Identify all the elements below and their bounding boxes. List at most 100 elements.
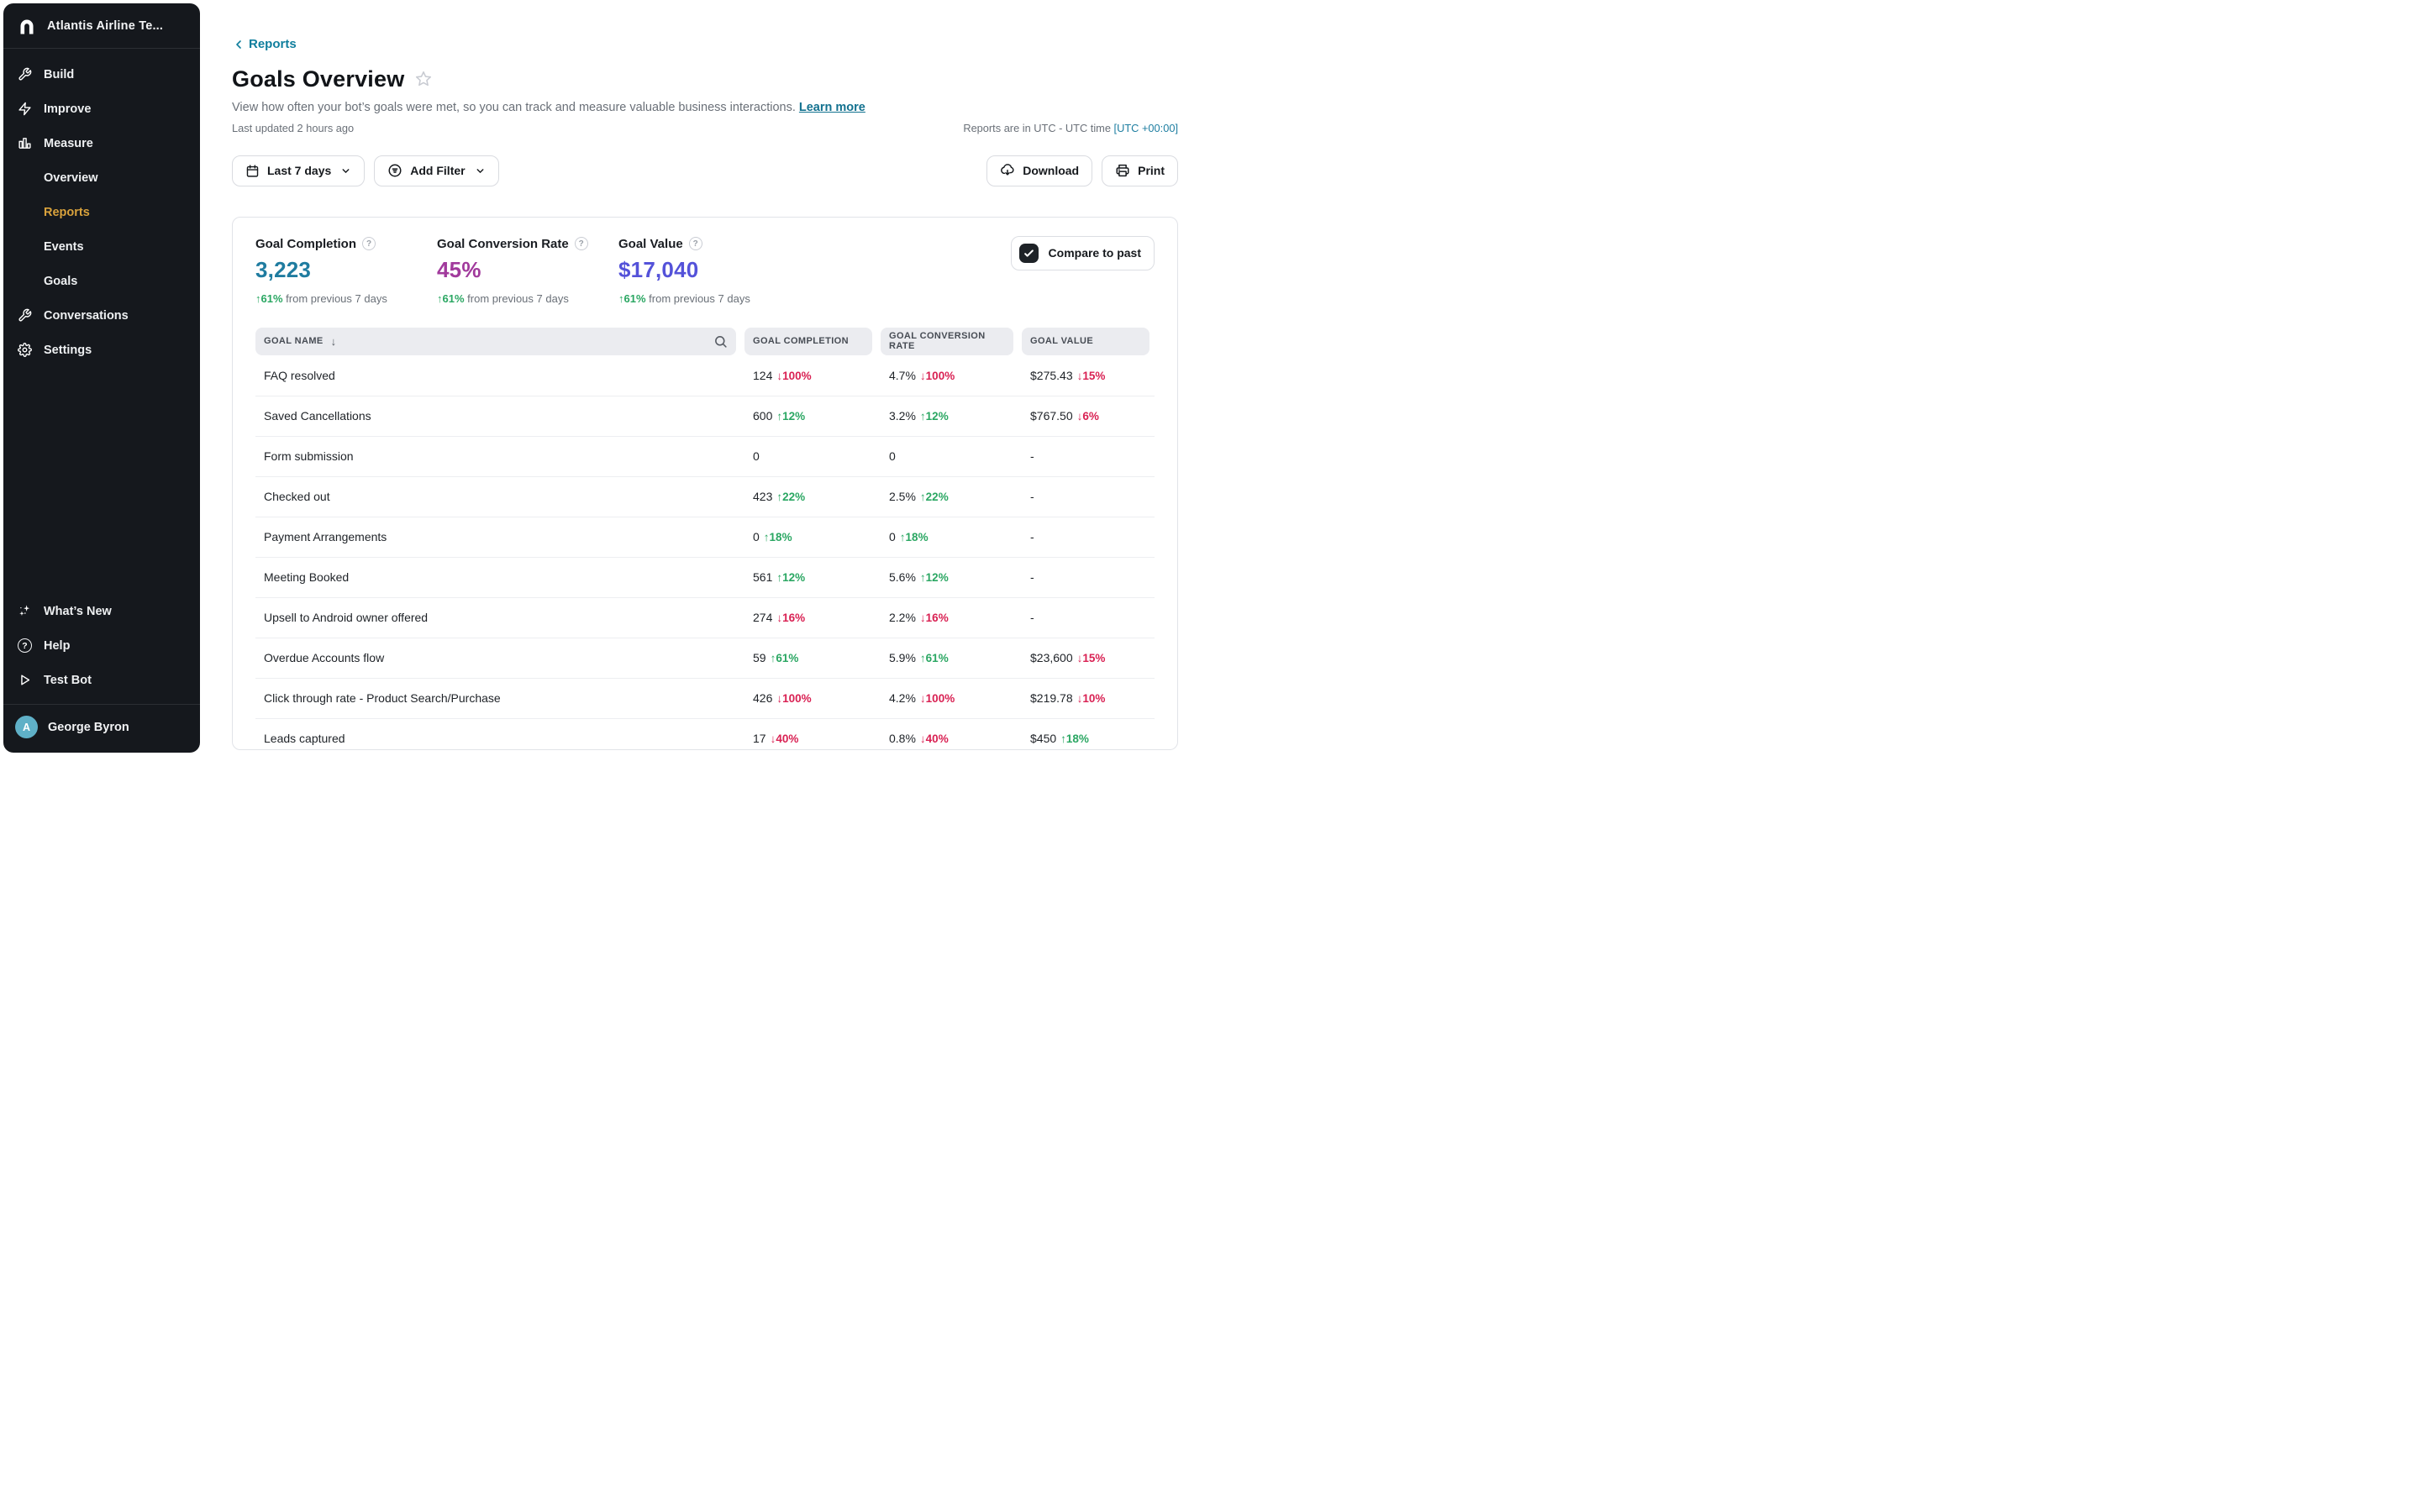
- breadcrumb[interactable]: Reports: [232, 37, 297, 51]
- avatar: A: [15, 716, 38, 738]
- table-row[interactable]: Checked out423↑22%2.5%↑22%-: [255, 476, 1155, 517]
- goal-name-cell: Saved Cancellations: [255, 409, 736, 423]
- goal-completion-cell: 561↑12%: [744, 570, 872, 584]
- table-row[interactable]: Click through rate - Product Search/Purc…: [255, 678, 1155, 718]
- team-switcher[interactable]: Atlantis Airline Te...: [3, 3, 200, 49]
- delta-down-badge: ↓16%: [776, 612, 805, 624]
- table-row[interactable]: Upsell to Android owner offered274↓16%2.…: [255, 597, 1155, 638]
- search-icon[interactable]: [713, 334, 728, 349]
- main-content: Reports Goals Overview View how often yo…: [200, 0, 1210, 756]
- sidebar-item-label: Help: [44, 639, 70, 653]
- table-row[interactable]: FAQ resolved124↓100%4.7%↓100%$275.43↓15%: [255, 355, 1155, 396]
- checkbox-checked-icon: [1019, 244, 1039, 263]
- sidebar-item-build[interactable]: Build: [3, 57, 200, 92]
- column-header-goal-conversion-rate[interactable]: GOAL CONVERSION RATE: [881, 328, 1013, 355]
- info-tooltip-icon[interactable]: ?: [689, 237, 702, 250]
- goal-name-cell: FAQ resolved: [255, 369, 736, 382]
- info-tooltip-icon[interactable]: ?: [575, 237, 588, 250]
- sidebar-item-help[interactable]: ? Help: [3, 628, 200, 663]
- stat-value: $17,040: [618, 257, 800, 283]
- delta-up-badge: ↑61%: [920, 652, 949, 664]
- delta-up-badge: ↑18%: [1060, 732, 1089, 745]
- delta-down-badge: ↓15%: [1077, 652, 1106, 664]
- table-row[interactable]: Meeting Booked561↑12%5.6%↑12%-: [255, 557, 1155, 597]
- goal-name-cell: Leads captured: [255, 732, 736, 745]
- favorite-star-icon[interactable]: [414, 70, 433, 88]
- goal-completion-cell: 600↑12%: [744, 409, 872, 423]
- delta-down-badge: ↓40%: [771, 732, 799, 745]
- app-window: Atlantis Airline Te... Build Improve Mea…: [0, 0, 1210, 756]
- delta-down-badge: ↓100%: [776, 370, 811, 382]
- column-header-goal-completion[interactable]: GOAL COMPLETION: [744, 328, 872, 355]
- goal-completion-cell: 124↓100%: [744, 369, 872, 382]
- sidebar-item-test-bot[interactable]: Test Bot: [3, 663, 200, 697]
- column-header-goal-name[interactable]: GOAL NAME ↓: [255, 328, 736, 355]
- sidebar-item-reports[interactable]: Reports: [3, 195, 200, 229]
- goal-value-cell: -: [1022, 530, 1150, 543]
- delta-down-badge: ↓10%: [1077, 692, 1106, 705]
- table-row[interactable]: Payment Arrangements0↑18%0↑18%-: [255, 517, 1155, 557]
- goal-completion-cell: 59↑61%: [744, 651, 872, 664]
- sidebar-item-label: Events: [44, 240, 84, 254]
- delta-up-badge: ↑12%: [920, 410, 949, 423]
- goals-report-card: Goal Completion ? 3,223 ↑61% from previo…: [232, 217, 1178, 750]
- table-row[interactable]: Leads captured17↓40%0.8%↓40%$450↑18%: [255, 718, 1155, 750]
- learn-more-link[interactable]: Learn more: [799, 101, 865, 114]
- page-title: Goals Overview: [232, 66, 404, 92]
- toolbar: Last 7 days Add Filter Download Print: [232, 155, 1178, 186]
- table-row[interactable]: Overdue Accounts flow59↑61%5.9%↑61%$23,6…: [255, 638, 1155, 678]
- stat-value: 45%: [437, 257, 618, 283]
- sidebar-item-goals[interactable]: Goals: [3, 264, 200, 298]
- sidebar-item-conversations[interactable]: Conversations: [3, 298, 200, 333]
- delta-up-badge: ↑61%: [771, 652, 799, 664]
- sidebar-item-label: Build: [44, 68, 74, 81]
- ada-logo-icon: [17, 16, 37, 36]
- help-circle-icon: ?: [17, 638, 33, 653]
- download-button[interactable]: Download: [986, 155, 1092, 186]
- breadcrumb-label: Reports: [249, 37, 297, 51]
- delta-down-badge: ↓15%: [1077, 370, 1106, 382]
- goal-conversion-cell: 0↑18%: [881, 530, 1013, 543]
- table-row[interactable]: Saved Cancellations600↑12%3.2%↑12%$767.5…: [255, 396, 1155, 436]
- user-menu[interactable]: A George Byron: [3, 704, 200, 749]
- goal-name-cell: Checked out: [255, 490, 736, 503]
- goal-conversion-cell: 4.2%↓100%: [881, 691, 1013, 705]
- stat-label: Goal Completion: [255, 237, 356, 251]
- column-header-goal-value[interactable]: GOAL VALUE: [1022, 328, 1150, 355]
- sidebar: Atlantis Airline Te... Build Improve Mea…: [3, 3, 200, 753]
- sidebar-item-label: Improve: [44, 102, 91, 116]
- sidebar-item-settings[interactable]: Settings: [3, 333, 200, 367]
- lightning-icon: [17, 102, 33, 116]
- delta-down-badge: ↓40%: [920, 732, 949, 745]
- delta-up-badge: ↑12%: [776, 571, 805, 584]
- print-button[interactable]: Print: [1102, 155, 1178, 186]
- sidebar-item-overview[interactable]: Overview: [3, 160, 200, 195]
- goal-conversion-cell: 3.2%↑12%: [881, 409, 1013, 423]
- goal-completion-cell: 0↑18%: [744, 530, 872, 543]
- info-tooltip-icon[interactable]: ?: [362, 237, 376, 250]
- stat-goal-completion: Goal Completion ? 3,223 ↑61% from previo…: [255, 237, 437, 305]
- delta-down-badge: ↓6%: [1077, 410, 1099, 423]
- sidebar-item-label: Settings: [44, 344, 92, 357]
- goal-conversion-cell: 0: [881, 449, 1013, 463]
- sidebar-item-improve[interactable]: Improve: [3, 92, 200, 126]
- stat-delta: ↑61% from previous 7 days: [255, 292, 437, 305]
- chevron-down-icon: [340, 165, 351, 176]
- compare-to-past-toggle[interactable]: Compare to past: [1011, 236, 1155, 270]
- timezone-link[interactable]: [UTC +00:00]: [1114, 122, 1178, 134]
- calendar-icon: [245, 164, 260, 178]
- date-range-button[interactable]: Last 7 days: [232, 155, 365, 186]
- goal-conversion-cell: 2.5%↑22%: [881, 490, 1013, 503]
- goal-completion-cell: 17↓40%: [744, 732, 872, 745]
- add-filter-button[interactable]: Add Filter: [374, 155, 498, 186]
- sidebar-item-measure[interactable]: Measure: [3, 126, 200, 160]
- sidebar-item-events[interactable]: Events: [3, 229, 200, 264]
- table-row[interactable]: Form submission00-: [255, 436, 1155, 476]
- delta-down-badge: ↓100%: [776, 692, 811, 705]
- sidebar-item-label: Conversations: [44, 309, 129, 323]
- sparkles-icon: [17, 604, 33, 618]
- goal-conversion-cell: 2.2%↓16%: [881, 611, 1013, 624]
- goal-conversion-cell: 5.9%↑61%: [881, 651, 1013, 664]
- sidebar-item-whats-new[interactable]: What’s New: [3, 594, 200, 628]
- goal-completion-cell: 274↓16%: [744, 611, 872, 624]
